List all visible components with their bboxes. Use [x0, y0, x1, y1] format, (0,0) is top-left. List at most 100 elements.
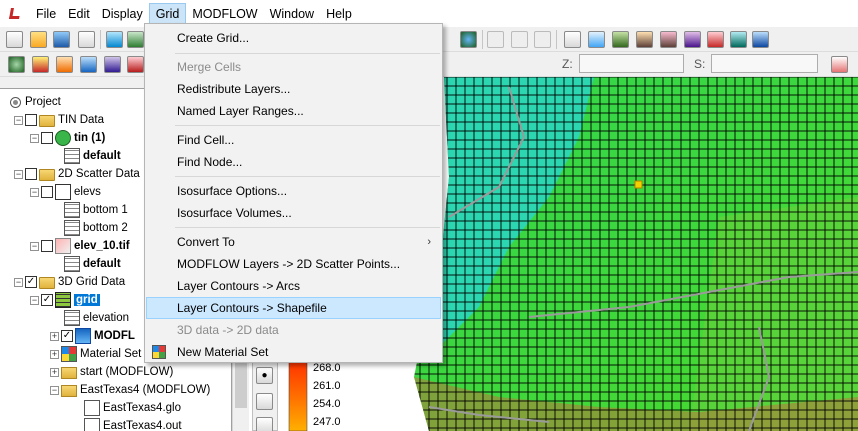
tree-label: elevs [74, 186, 101, 198]
menu-layer-contours-to-arcs[interactable]: Layer Contours -> Arcs [146, 275, 441, 297]
tree-easttexas[interactable]: − EastTexas4 (MODFLOW) [50, 381, 210, 399]
legend-value: 261.0 [313, 380, 341, 392]
visibility-checkbox[interactable] [25, 168, 37, 180]
menu-help[interactable]: Help [320, 4, 358, 24]
visibility-checkbox[interactable] [25, 114, 37, 126]
solid-module-icon[interactable] [56, 56, 73, 73]
s-coordinate-label: S: [694, 57, 706, 71]
tree-project[interactable]: Project [10, 93, 61, 111]
globe-icon[interactable] [460, 31, 477, 48]
collapse-icon[interactable]: − [50, 385, 59, 395]
tree-label: TIN Data [58, 114, 105, 126]
open-folder-icon[interactable] [30, 31, 47, 48]
cube-icon[interactable] [256, 393, 273, 410]
menu-modflow-layers-to-scatter[interactable]: MODFLOW Layers -> 2D Scatter Points... [146, 253, 441, 275]
tree-grid-data[interactable]: − ✓ 3D Grid Data [14, 273, 125, 291]
legend-value: 254.0 [313, 398, 341, 410]
node-select-icon[interactable] [730, 31, 747, 48]
expand-icon[interactable]: + [50, 331, 59, 341]
tree-material-set[interactable]: + Material Set [50, 345, 141, 363]
select-tool-icon[interactable] [564, 31, 581, 48]
menu-isosurface-volumes[interactable]: Isosurface Volumes... [146, 202, 441, 224]
menu-new-material-set[interactable]: New Material Set [146, 341, 441, 363]
sparkle-tool-icon[interactable] [588, 31, 605, 48]
collapse-icon[interactable]: − [14, 277, 23, 287]
house-select-3-icon[interactable] [684, 31, 701, 48]
tree-elevation[interactable]: elevation [64, 309, 129, 327]
expand-icon[interactable]: + [50, 349, 59, 359]
tree-elev10[interactable]: − elev_10.tif [30, 237, 130, 255]
menu-modflow[interactable]: MODFLOW [186, 4, 263, 24]
menu-create-grid[interactable]: Create Grid... [146, 27, 441, 49]
disabled-tool-3-icon[interactable] [534, 31, 551, 48]
modflow-icon [75, 328, 91, 344]
tree-label: start (MODFLOW) [80, 366, 174, 378]
menu-layer-contours-to-shapefile[interactable]: Layer Contours -> Shapefile [146, 297, 441, 319]
visibility-checkbox[interactable] [41, 240, 53, 252]
menu-display[interactable]: Display [96, 4, 149, 24]
menu-find-node[interactable]: Find Node... [146, 151, 441, 173]
tree-out-file[interactable]: EastTexas4.out [84, 417, 182, 431]
tree-start[interactable]: + start (MODFLOW) [50, 363, 173, 381]
visibility-checkbox[interactable]: ✓ [61, 330, 73, 342]
mesh-module-icon[interactable] [80, 56, 97, 73]
visibility-checkbox[interactable]: ✓ [41, 294, 53, 306]
tin-module-icon[interactable] [8, 56, 25, 73]
menu-edit[interactable]: Edit [62, 4, 96, 24]
disabled-tool-1-icon[interactable] [487, 31, 504, 48]
tree-modflow[interactable]: + ✓ MODFL [50, 327, 135, 345]
save-icon[interactable] [53, 31, 70, 48]
house-select-icon[interactable] [636, 31, 653, 48]
menu-find-cell[interactable]: Find Cell... [146, 129, 441, 151]
house-select-2-icon[interactable] [660, 31, 677, 48]
collapse-icon[interactable]: − [30, 133, 39, 143]
dataset-icon [64, 256, 80, 272]
tree-elevs[interactable]: − elevs [30, 183, 101, 201]
cube-select-icon[interactable] [612, 31, 629, 48]
menu-grid[interactable]: Grid [148, 2, 187, 25]
traffic-light-icon[interactable] [32, 56, 49, 73]
menu-isosurface-options[interactable]: Isosurface Options... [146, 180, 441, 202]
s-coordinate-field[interactable] [711, 54, 818, 73]
collapse-icon[interactable]: − [30, 295, 39, 305]
collapse-icon[interactable]: − [14, 169, 23, 179]
frame-icon[interactable] [106, 31, 123, 48]
collapse-icon[interactable]: − [30, 187, 39, 197]
tree-tin-data[interactable]: − TIN Data [14, 111, 104, 129]
tree-grid[interactable]: − ✓ grid [30, 291, 100, 309]
borehole-module-icon[interactable] [104, 56, 121, 73]
cell-select-icon[interactable] [707, 31, 724, 48]
modflow-tool-icon[interactable] [752, 31, 769, 48]
visibility-checkbox[interactable]: ✓ [25, 276, 37, 288]
tree-tin-default[interactable]: default [64, 147, 121, 165]
collapse-icon[interactable]: − [14, 115, 23, 125]
material-set-icon [61, 346, 77, 362]
cube-2-icon[interactable] [256, 417, 273, 431]
select-point-icon[interactable]: ● [256, 367, 273, 384]
print-icon[interactable] [78, 31, 95, 48]
tree-scatter-data[interactable]: − 2D Scatter Data [14, 165, 140, 183]
scatter-module-icon[interactable] [127, 56, 144, 73]
menu-window[interactable]: Window [264, 4, 320, 24]
tree-glo-file[interactable]: EastTexas4.glo [84, 399, 181, 417]
expand-icon[interactable]: + [50, 367, 59, 377]
tree-label: 3D Grid Data [58, 276, 126, 288]
app-logo-icon [8, 7, 22, 21]
visibility-checkbox[interactable] [41, 186, 53, 198]
tree-tin[interactable]: − tin (1) [30, 129, 105, 147]
dataset-icon [64, 220, 80, 236]
new-file-icon[interactable] [6, 31, 23, 48]
tree-bottom1[interactable]: bottom 1 [64, 201, 128, 219]
tree-elev-default[interactable]: default [64, 255, 121, 273]
visibility-checkbox[interactable] [41, 132, 53, 144]
z-coordinate-field[interactable] [579, 54, 684, 73]
collapse-icon[interactable]: − [30, 241, 39, 251]
rotate-icon[interactable] [127, 31, 144, 48]
frame-view-icon[interactable] [831, 56, 848, 73]
tree-bottom2[interactable]: bottom 2 [64, 219, 128, 237]
menu-redistribute-layers[interactable]: Redistribute Layers... [146, 78, 441, 100]
menu-file[interactable]: File [30, 4, 62, 24]
menu-named-layer-ranges[interactable]: Named Layer Ranges... [146, 100, 441, 122]
menu-convert-to[interactable]: Convert To › [146, 231, 441, 253]
disabled-tool-2-icon[interactable] [511, 31, 528, 48]
